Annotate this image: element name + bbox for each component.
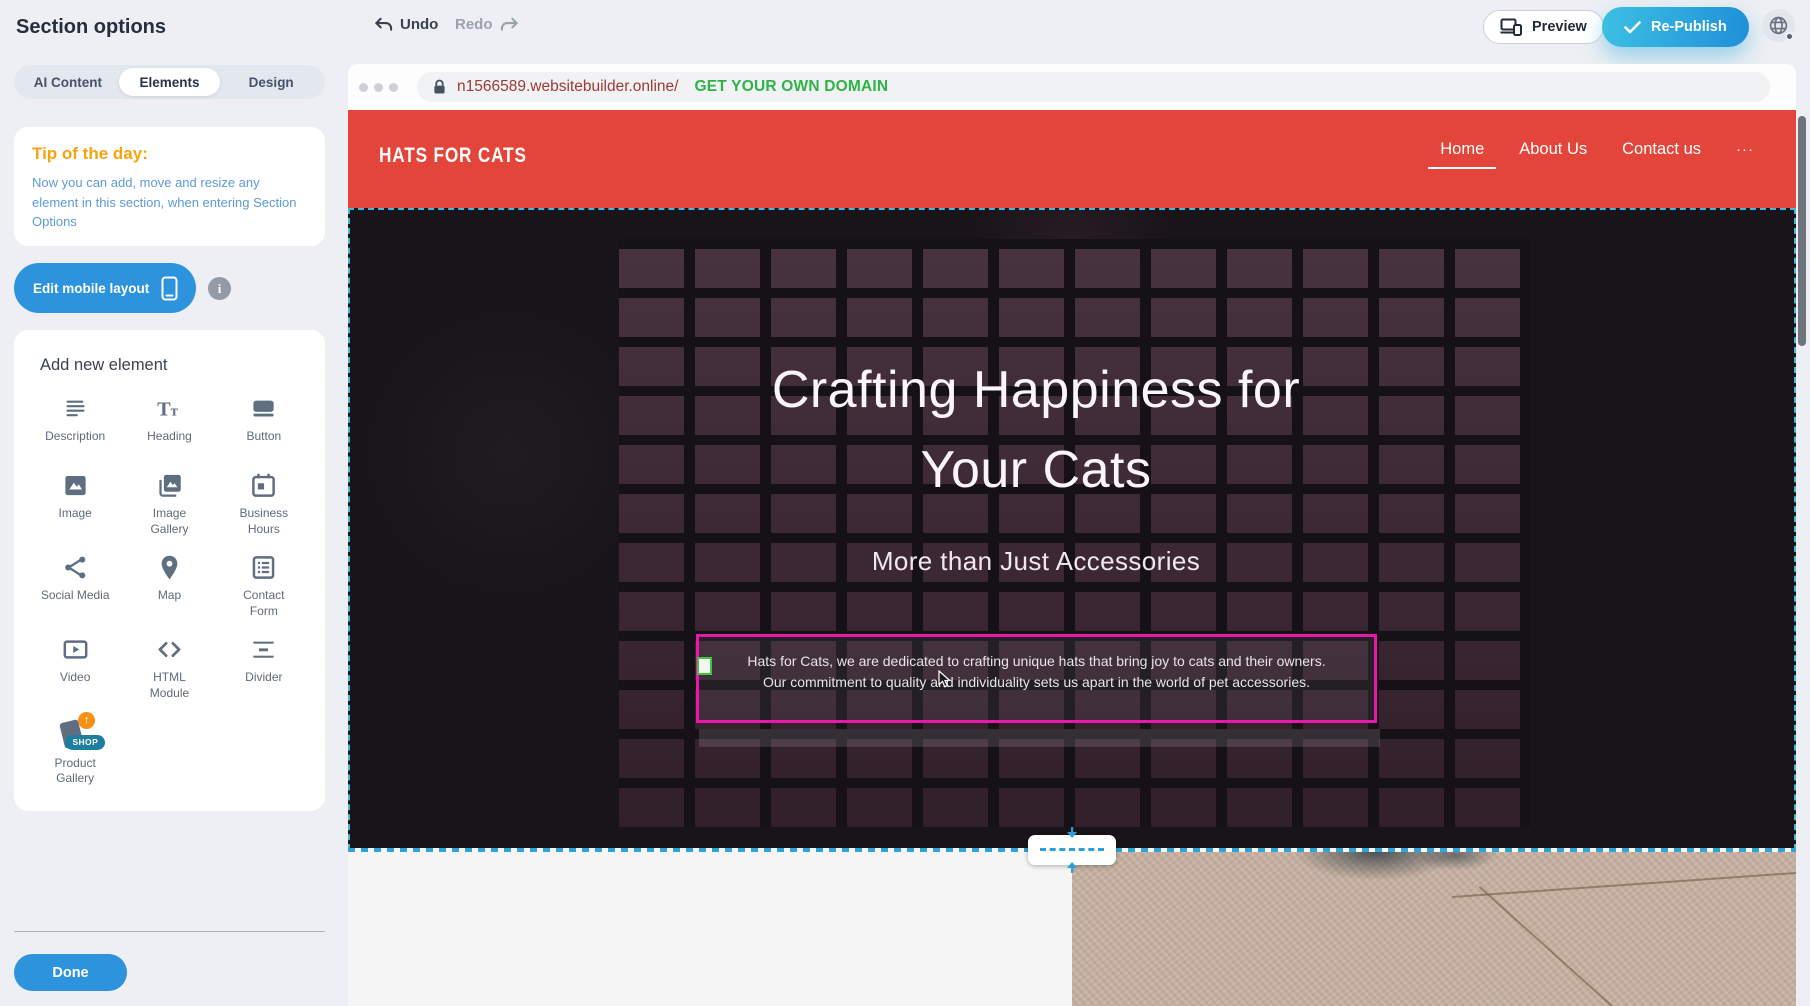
redo-label: Redo [455,16,493,33]
preview-label: Preview [1532,19,1587,35]
mouse-cursor [937,670,952,689]
element-divider[interactable]: Divider [217,636,311,701]
tip-of-the-day-card: Tip of the day: Now you can add, move an… [14,127,325,246]
element-button[interactable]: Button [217,395,311,455]
page-title: Section options [16,16,166,39]
nav-home[interactable]: Home [1440,140,1484,159]
hero-paragraph-line1: Hats for Cats, we are dedicated to craft… [699,651,1374,672]
site-header: HATS FOR CATS Home About Us Contact us ·… [348,110,1796,208]
hero-subtitle: More than Just Accessories [350,546,1722,577]
element-product-gallery[interactable]: ↑ SHOP Product Gallery [28,719,122,787]
add-panel-title: Add new element [40,356,311,375]
contact-form-icon [250,554,277,581]
tab-elements[interactable]: Elements [119,68,221,96]
check-icon [1624,21,1641,34]
smartphone-icon [161,276,178,301]
upgrade-arrow-badge: ↑ [78,712,95,729]
element-description[interactable]: Description [28,395,122,455]
map-icon [156,554,183,581]
next-section-floor-image [1072,852,1796,1006]
section-resize-handle[interactable] [1028,835,1116,865]
sidebar-tabs: AI Content Elements Design [14,65,325,99]
tab-ai-content[interactable]: AI Content [17,68,119,96]
hero-section-selected[interactable]: Crafting Happiness for Your Cats More th… [348,208,1796,850]
hero-paragraph-line2: Our commitment to quality and individual… [699,672,1374,693]
social-media-icon [62,554,89,581]
resize-dashed-line [1040,848,1104,851]
site-logo[interactable]: HATS FOR CATS [379,144,527,168]
get-domain-link[interactable]: GET YOUR OWN DOMAIN [694,78,888,96]
hero-paragraph: Hats for Cats, we are dedicated to craft… [699,651,1374,693]
devices-icon [1500,18,1523,36]
button-icon [250,395,277,422]
floor-tile-seam [1479,886,1614,1006]
scrollbar-thumb[interactable] [1798,116,1806,346]
video-icon [62,636,89,663]
language-badge-dot [1785,32,1794,41]
image-gallery-icon [156,472,183,499]
undo-button[interactable]: Undo [374,16,438,33]
image-icon [62,472,89,499]
window-control-dots [359,83,398,92]
description-icon [62,395,89,422]
add-element-panel: Add new element Description Tт Heading B… [14,330,325,811]
republish-label: Re-Publish [1651,19,1727,35]
svg-text:T: T [157,398,171,420]
hero-title-line2: Your Cats [350,430,1722,510]
heading-icon: Tт [156,395,183,422]
edit-mobile-label: Edit mobile layout [33,281,149,296]
browser-chrome: n1566589.websitebuilder.online/ GET YOUR… [348,64,1796,110]
next-section-background [348,852,1072,1006]
element-video[interactable]: Video [28,636,122,701]
floor-tile-seam [1452,872,1796,898]
redo-icon [500,17,519,32]
nav-contact-us[interactable]: Contact us [1622,140,1701,159]
tip-title: Tip of the day: [32,144,307,164]
element-heading[interactable]: Tт Heading [122,395,216,455]
divider-icon [250,636,277,663]
element-grid: Description Tт Heading Button Image Imag… [28,395,311,787]
hero-title: Crafting Happiness for Your Cats [350,350,1722,510]
undo-label: Undo [400,16,438,33]
tab-design[interactable]: Design [220,68,322,96]
arrow-down-icon [1065,827,1079,839]
html-module-icon [156,636,183,663]
element-contact-form[interactable]: Contact Form [217,554,311,619]
address-bar[interactable]: n1566589.websitebuilder.online/ GET YOUR… [417,72,1770,102]
arrow-up-icon [1065,861,1079,873]
selected-text-element[interactable]: Hats for Cats, we are dedicated to craft… [696,634,1377,723]
undo-icon [374,17,393,32]
element-html-module[interactable]: HTML Module [122,636,216,701]
selection-resize-handle[interactable] [697,657,712,675]
element-hover-highlight [699,729,1380,747]
edit-mobile-layout-button[interactable]: Edit mobile layout [14,263,196,313]
business-hours-icon [250,472,277,499]
shop-badge: SHOP [65,735,105,750]
tip-body: Now you can add, move and resize any ele… [32,173,307,232]
site-nav: Home About Us Contact us ··· [1440,140,1754,159]
sidebar-divider [14,931,325,932]
element-image[interactable]: Image [28,472,122,537]
done-button[interactable]: Done [14,954,127,991]
info-icon[interactable]: i [208,277,231,300]
lock-icon [433,79,446,95]
preview-button[interactable]: Preview [1483,10,1604,44]
product-gallery-icon: ↑ SHOP [58,719,92,749]
hero-title-line1: Crafting Happiness for [350,350,1722,430]
site-url: n1566589.websitebuilder.online/ [457,78,678,96]
language-button[interactable] [1762,9,1795,42]
site-preview-window: n1566589.websitebuilder.online/ GET YOUR… [348,64,1796,1006]
redo-button[interactable]: Redo [455,16,519,33]
svg-text:т: т [171,403,178,419]
nav-more-menu[interactable]: ··· [1736,141,1754,158]
element-business-hours[interactable]: Business Hours [217,472,311,537]
element-image-gallery[interactable]: Image Gallery [122,472,216,537]
element-social-media[interactable]: Social Media [28,554,122,619]
republish-button[interactable]: Re-Publish [1602,7,1749,47]
element-map[interactable]: Map [122,554,216,619]
nav-about-us[interactable]: About Us [1519,140,1587,159]
